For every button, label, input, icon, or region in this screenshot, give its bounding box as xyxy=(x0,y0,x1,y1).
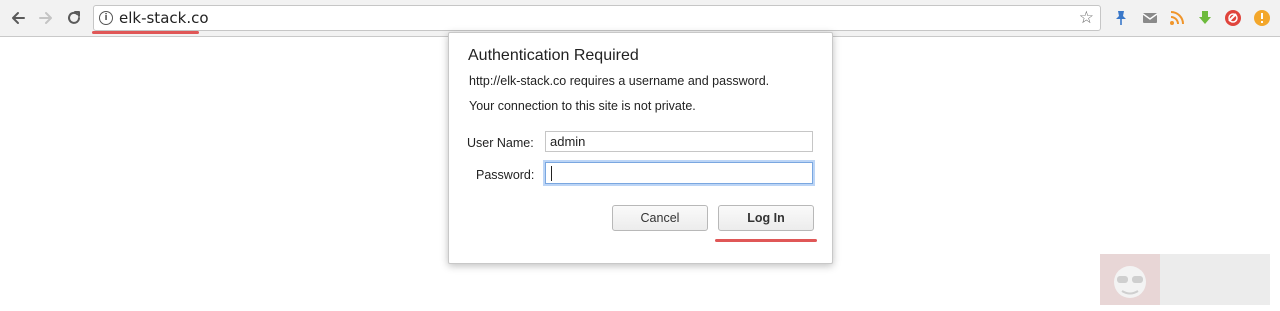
reload-button[interactable] xyxy=(62,6,86,30)
block-icon xyxy=(1225,10,1241,26)
alert-icon xyxy=(1254,10,1270,26)
dialog-message: http://elk-stack.co requires a username … xyxy=(469,74,770,88)
star-icon[interactable]: ☆ xyxy=(1079,8,1094,28)
login-button[interactable]: Log In xyxy=(718,205,814,231)
back-arrow-icon xyxy=(12,12,25,24)
dialog-privacy-warning: Your connection to this site is not priv… xyxy=(469,99,696,113)
username-label: User Name: xyxy=(467,136,534,150)
forward-button[interactable] xyxy=(34,6,58,30)
auth-dialog: Authentication Required http://elk-stack… xyxy=(448,32,833,264)
alert-extension-button[interactable] xyxy=(1253,9,1271,27)
password-label: Password: xyxy=(476,168,535,182)
text-caret xyxy=(551,166,552,181)
forward-arrow-icon xyxy=(39,12,52,24)
url-highlight-underline xyxy=(92,31,199,34)
block-extension-button[interactable] xyxy=(1224,9,1242,27)
download-icon xyxy=(1199,11,1211,24)
rss-icon xyxy=(1170,11,1184,25)
username-field[interactable]: admin xyxy=(545,131,813,152)
info-icon[interactable]: i xyxy=(99,11,113,25)
rss-extension-button[interactable] xyxy=(1168,9,1186,27)
download-extension-button[interactable] xyxy=(1196,9,1214,27)
mail-icon xyxy=(1142,13,1158,23)
pushpin-icon xyxy=(1116,11,1126,25)
reload-icon xyxy=(68,11,80,24)
dialog-title: Authentication Required xyxy=(468,47,639,64)
mascot-logo-icon xyxy=(1100,254,1160,305)
watermark xyxy=(1100,254,1270,305)
password-field[interactable] xyxy=(545,162,813,184)
address-bar[interactable]: i elk-stack.co ☆ xyxy=(93,5,1101,31)
url-text[interactable]: elk-stack.co xyxy=(119,9,209,27)
login-highlight-underline xyxy=(715,239,817,242)
back-button[interactable] xyxy=(6,6,30,30)
cancel-button[interactable]: Cancel xyxy=(612,205,708,231)
pushpin-extension-button[interactable] xyxy=(1112,9,1130,27)
mail-extension-button[interactable] xyxy=(1141,9,1159,27)
